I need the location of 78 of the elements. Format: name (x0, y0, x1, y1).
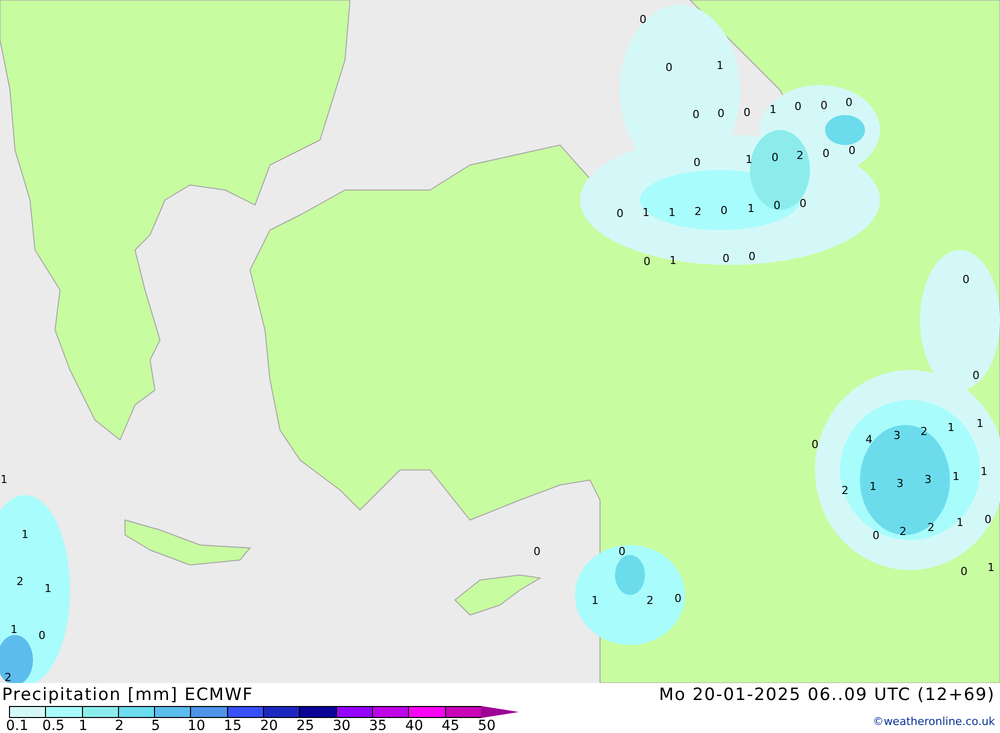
precipitation-value: 3 (896, 477, 904, 490)
precipitation-value: 2 (16, 575, 24, 588)
precipitation-value: 0 (694, 156, 700, 169)
precipitation-value: 1 (746, 153, 752, 166)
valid-time: Mo 20-01-2025 06..09 UTC (12+69) (658, 684, 995, 706)
legend-label: 0.1 (6, 718, 28, 733)
precipitation-value: 0 (822, 147, 830, 160)
precipitation-value: 1 (592, 594, 598, 607)
legend-label: 50 (478, 718, 496, 733)
precipitation-value: 0 (748, 250, 756, 263)
legend-label: 35 (369, 718, 387, 733)
precipitation-value: 1 (988, 561, 994, 574)
precipitation-value: 1 (870, 480, 876, 493)
precipitation-value: 0 (960, 565, 968, 578)
precipitation-value: 1 (10, 623, 18, 636)
legend-label: 45 (442, 718, 460, 733)
precipitation-value: 1 (670, 254, 676, 267)
precipitation-value: 1 (716, 59, 724, 72)
precipitation-value: 0 (872, 529, 880, 542)
precipitation-value: 0 (616, 207, 624, 220)
legend-label: 0.5 (42, 718, 65, 733)
legend-label: 25 (296, 718, 314, 733)
precipitation-value: 1 (748, 202, 754, 215)
precipitation-value: 2 (694, 205, 702, 218)
precipitation-value: 0 (718, 107, 724, 120)
precipitation-value: 0 (800, 197, 806, 210)
precipitation-value: 3 (924, 473, 932, 486)
legend-label: 5 (151, 718, 160, 733)
precipitation-value: 0 (794, 100, 802, 113)
precipitation-value: 1 (976, 417, 984, 430)
precipitation-value: 0 (674, 592, 682, 605)
precipitation-value: 4 (866, 433, 872, 446)
precipitation-value: 0 (774, 199, 780, 212)
precipitation-value: 1 (948, 421, 954, 434)
legend-label: 2 (114, 718, 124, 733)
precipitation-value: 1 (0, 473, 8, 486)
precipitation-value: 2 (928, 521, 934, 534)
legend-label: 15 (224, 718, 242, 733)
legend-label: 10 (188, 718, 206, 733)
precipitation-value: 1 (770, 103, 776, 116)
precipitation-value: 0 (722, 252, 730, 265)
precipitation-value: 1 (668, 206, 676, 219)
precipitation-value: 0 (812, 438, 818, 451)
precipitation-value: 2 (4, 671, 12, 683)
precipitation-value: 0 (666, 61, 672, 74)
precipitation-value: 2 (920, 425, 928, 438)
precipitation-value: 1 (952, 470, 960, 483)
precipitation-value: 0 (644, 255, 650, 268)
precipitation-value: 2 (646, 594, 654, 607)
precipitation-value: 0 (772, 151, 778, 164)
precipitation-value: 0 (618, 545, 626, 558)
legend-label: 20 (260, 718, 278, 733)
legend-label: 1 (78, 718, 88, 733)
precipitation-value: 0 (640, 13, 646, 26)
map-title: Precipitation [mm] ECMWF (2, 684, 254, 706)
precipitation-value: 2 (842, 484, 848, 497)
precipitation-value: 0 (534, 545, 540, 558)
precipitation-value: 0 (38, 629, 46, 642)
precipitation-value: 0 (744, 106, 750, 119)
precipitation-value: 1 (44, 582, 52, 595)
precipitation-value: 1 (642, 206, 650, 219)
legend-label: 40 (405, 718, 424, 733)
precipitation-value: 2 (900, 525, 906, 538)
precipitation-value: 1 (956, 516, 964, 529)
precipitation-value: 0 (972, 369, 980, 382)
credit-link[interactable]: ©weatheronline.co.uk (872, 715, 995, 728)
precipitation-value: 2 (796, 149, 804, 162)
precipitation-value: 1 (22, 528, 28, 541)
precipitation-value: 0 (820, 99, 828, 112)
precipitation-value: 0 (720, 204, 728, 217)
precipitation-value: 0 (846, 96, 852, 109)
precipitation-value: 0 (692, 108, 700, 121)
precipitation-value: 0 (984, 513, 992, 526)
precipitation-value: 0 (962, 273, 970, 286)
precipitation-value: 3 (894, 429, 900, 442)
legend-label: 30 (332, 718, 351, 733)
precipitation-value: 1 (980, 465, 988, 478)
precipitation-value: 0 (848, 144, 856, 157)
